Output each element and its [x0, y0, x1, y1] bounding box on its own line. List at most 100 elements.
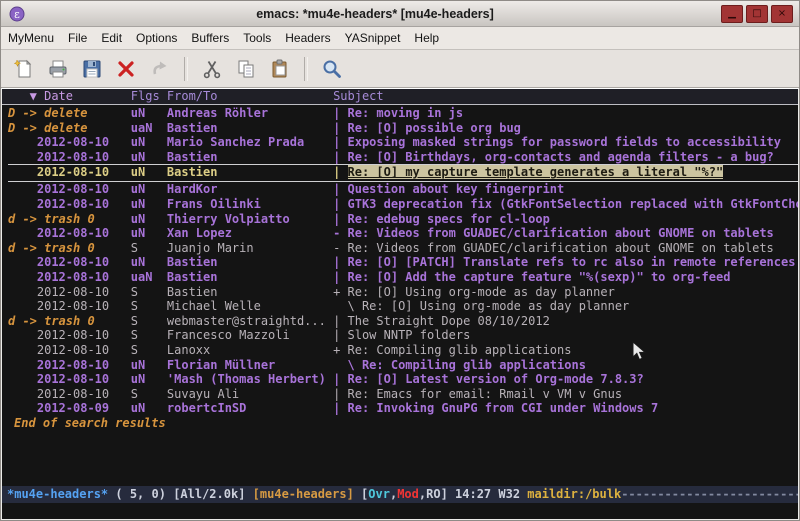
message-row[interactable]: 2012-08-10uNFrans Oilinki| GTK3 deprecat… [8, 197, 798, 212]
message-mark [8, 372, 22, 387]
cut-icon [201, 58, 223, 80]
message-row[interactable]: 2012-08-10uNBastien| Re: [O] my capture … [8, 164, 798, 182]
message-row[interactable]: 2012-08-10uNFlorian Müllner \ Re: Compil… [8, 358, 798, 373]
close-button[interactable]: × [771, 5, 793, 23]
message-row[interactable]: d-> trash 0Swebmaster@straightd...| The … [8, 314, 798, 329]
menu-headers[interactable]: Headers [278, 28, 337, 48]
message-row[interactable]: 2012-08-10SLanoxx+ Re: Compiling glib ap… [8, 343, 798, 358]
message-date: -> trash 0 [22, 212, 130, 227]
message-mark [8, 387, 22, 402]
message-date: -> trash 0 [22, 241, 130, 256]
message-date: 2012-08-10 [22, 358, 130, 373]
message-subject: \ Re: [O] Using org-mode as day planner [333, 299, 798, 314]
message-from: Francesco Mazzoli [167, 328, 333, 343]
cut-button[interactable] [197, 54, 227, 84]
message-from: Juanjo Marin [167, 241, 333, 256]
message-list: D-> deleteuNAndreas Röhler| Re: moving i… [2, 105, 798, 486]
column-header-flags[interactable]: Flgs [131, 89, 167, 104]
column-header-date[interactable]: ▼ Date [22, 89, 130, 104]
menu-buffers[interactable]: Buffers [184, 28, 236, 48]
message-mark [8, 150, 22, 165]
message-date: 2012-08-10 [22, 135, 130, 150]
new-file-button[interactable] [9, 54, 39, 84]
message-row[interactable]: 2012-08-10uNMario Sanchez Prada| Exposin… [8, 135, 798, 150]
message-from: Bastien [167, 270, 333, 285]
message-subject: | Re: Emacs for email: Rmail v VM v Gnus [333, 387, 798, 402]
column-header-subject[interactable]: Subject [333, 89, 798, 104]
new-file-icon [13, 58, 35, 80]
message-row[interactable]: 2012-08-10uNHardKor| Question about key … [8, 182, 798, 197]
message-date: 2012-08-10 [22, 299, 130, 314]
modeline-segment: [ [354, 487, 368, 501]
message-date: 2012-08-10 [22, 328, 130, 343]
save-button[interactable] [77, 54, 107, 84]
message-row[interactable]: 2012-08-10uNXan Lopez- Re: Videos from G… [8, 226, 798, 241]
message-row[interactable]: 2012-08-10uNBastien| Re: [O] [PATCH] Tra… [8, 255, 798, 270]
menu-help[interactable]: Help [407, 28, 446, 48]
message-row[interactable]: 2012-08-10uaNBastien| Re: [O] Add the ca… [8, 270, 798, 285]
message-flags: uN [131, 401, 167, 416]
menu-options[interactable]: Options [129, 28, 184, 48]
message-row[interactable]: D-> deleteuNAndreas Röhler| Re: moving i… [8, 106, 798, 121]
message-subject: + Re: Compiling glib applications [333, 343, 798, 358]
message-from: robertcInSD [167, 401, 333, 416]
message-subject: | Re: moving in js [333, 106, 798, 121]
copy-button[interactable] [231, 54, 261, 84]
window-controls: ▁ □ × [721, 5, 793, 23]
menu-edit[interactable]: Edit [94, 28, 129, 48]
message-subject: | Re: [O] Birthdays, org-contacts and ag… [333, 150, 798, 165]
message-row[interactable]: 2012-08-10uNBastien| Re: [O] Birthdays, … [8, 150, 798, 165]
message-row[interactable]: 2012-08-10SSuvayu Ali| Re: Emacs for ema… [8, 387, 798, 402]
message-date: -> delete [22, 121, 130, 136]
message-row[interactable]: d-> trash 0uNThierry Volpiatto| Re: edeb… [8, 212, 798, 227]
message-date: 2012-08-10 [22, 270, 130, 285]
message-row[interactable]: 2012-08-10uN'Mash (Thomas Herbert)| Re: … [8, 372, 798, 387]
maximize-button[interactable]: □ [746, 5, 768, 23]
menu-file[interactable]: File [61, 28, 94, 48]
message-flags: uN [131, 106, 167, 121]
menu-yasnippet[interactable]: YASnippet [338, 28, 408, 48]
message-from: Bastien [167, 150, 333, 165]
message-date: 2012-08-10 [22, 226, 130, 241]
minimize-button[interactable]: ▁ [721, 5, 743, 23]
print-button[interactable] [43, 54, 73, 84]
paste-button[interactable] [265, 54, 295, 84]
mode-line[interactable]: *mu4e-headers* ( 5, 0) [All/2.0k] [mu4e-… [2, 486, 798, 503]
message-flags: uN [131, 197, 167, 212]
message-date: -> trash 0 [22, 314, 130, 329]
message-subject: | Re: edebug specs for cl-loop [333, 212, 798, 227]
message-row[interactable]: 2012-08-10SFrancesco Mazzoli| Slow NNTP … [8, 328, 798, 343]
message-flags: uN [131, 135, 167, 150]
message-mark [8, 255, 22, 270]
menu-tools[interactable]: Tools [236, 28, 278, 48]
message-subject: | The Straight Dope 08/10/2012 [333, 314, 798, 329]
message-mark [8, 401, 22, 416]
modeline-segment: 14:27 [455, 487, 491, 501]
modeline-segment: [mu4e-headers] [253, 487, 354, 501]
message-from: Bastien [167, 255, 333, 270]
message-mark [8, 135, 22, 150]
message-mark [8, 226, 22, 241]
close-buffer-button[interactable] [111, 54, 141, 84]
message-flags: uN [131, 372, 167, 387]
search-button[interactable] [317, 54, 347, 84]
print-icon [47, 58, 69, 80]
title-bar[interactable]: ε emacs: *mu4e-headers* [mu4e-headers] ▁… [1, 1, 799, 27]
message-mark [8, 343, 22, 358]
save-icon [81, 58, 103, 80]
message-row[interactable]: D-> deleteuaNBastien| Re: [O] possible o… [8, 121, 798, 136]
column-header-from[interactable]: From/To [167, 89, 333, 104]
close-buffer-icon [115, 58, 137, 80]
message-flags: uN [131, 165, 167, 181]
message-from: Bastien [167, 285, 333, 300]
message-row[interactable]: 2012-08-10SBastien+ Re: [O] Using org-mo… [8, 285, 798, 300]
message-subject: | Exposing masked strings for password f… [333, 135, 798, 150]
message-flags: uN [131, 212, 167, 227]
message-row[interactable]: 2012-08-09uNrobertcInSD| Re: Invoking Gn… [8, 401, 798, 416]
menu-mymenu[interactable]: MyMenu [1, 28, 61, 48]
message-row[interactable]: d-> trash 0SJuanjo Marin- Re: Videos fro… [8, 241, 798, 256]
message-row[interactable]: 2012-08-10SMichael Welle \ Re: [O] Using… [8, 299, 798, 314]
message-flags: S [131, 285, 167, 300]
undo-button[interactable] [145, 54, 175, 84]
message-date: 2012-08-09 [22, 401, 130, 416]
